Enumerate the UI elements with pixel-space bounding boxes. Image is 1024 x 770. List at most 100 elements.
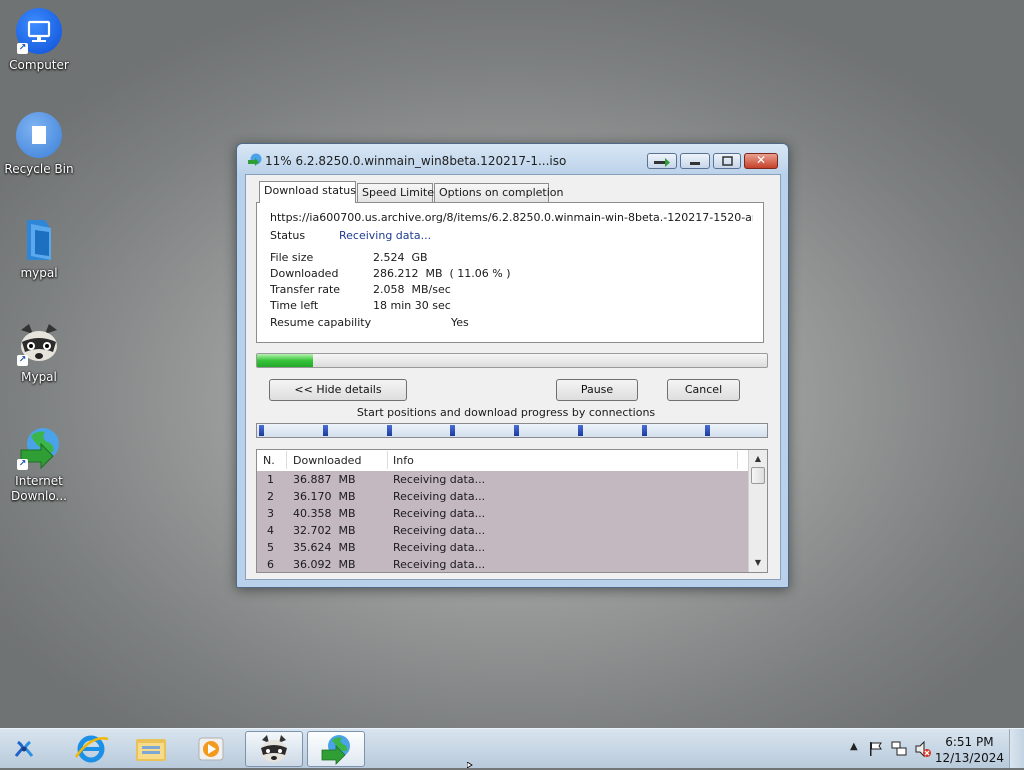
- download-status-panel: https://ia600700.us.archive.org/8/items/…: [256, 202, 764, 343]
- idm-globe-icon: [248, 153, 262, 166]
- time-left-label: Time left: [270, 299, 319, 312]
- mouse-cursor-icon: [467, 762, 473, 768]
- globe-download-icon: ↗: [15, 424, 63, 472]
- connection-start-marker: [450, 425, 455, 436]
- taskbar: ▲ 6:51 PM 12/13/2024: [0, 728, 1024, 768]
- minimize-button[interactable]: [680, 153, 710, 169]
- volume-muted-icon[interactable]: [914, 740, 932, 758]
- row-n: 4: [267, 524, 274, 537]
- desktop-icon-label: mypal: [20, 266, 58, 280]
- table-row[interactable]: 3 40.358 MB Receiving data...: [257, 505, 749, 522]
- connection-start-marker: [705, 425, 710, 436]
- connections-list: N. Downloaded Info 1 36.887 MB Receiving…: [256, 449, 768, 573]
- file-size-value: 2.524 GB: [373, 251, 428, 264]
- connection-start-marker: [259, 425, 264, 436]
- row-info: Receiving data...: [393, 524, 486, 537]
- maximize-icon: [722, 156, 733, 166]
- internet-explorer-icon: [74, 735, 109, 763]
- pause-button[interactable]: Pause: [556, 379, 638, 401]
- system-clock[interactable]: 6:51 PM 12/13/2024: [935, 734, 1004, 766]
- file-size-label: File size: [270, 251, 314, 264]
- time-left-value: 18 min 30 sec: [373, 299, 451, 312]
- media-player-icon: [198, 737, 224, 761]
- window-client-area: Download status Speed Limiter Options on…: [245, 174, 781, 580]
- minimize-icon: [690, 162, 700, 165]
- download-window: 11% 6.2.8250.0.winmain_win8beta.120217-1…: [236, 143, 789, 588]
- taskbar-internet-download-manager[interactable]: [307, 731, 365, 767]
- network-icon[interactable]: [890, 740, 908, 758]
- raccoon-icon: ↗: [15, 320, 63, 368]
- download-url: https://ia600700.us.archive.org/8/items/…: [270, 211, 753, 224]
- status-value: Receiving data...: [339, 229, 432, 242]
- scroll-down-arrow-icon[interactable]: ▼: [752, 557, 764, 569]
- status-label: Status: [270, 229, 306, 242]
- desktop-icon-label: Recycle Bin: [4, 162, 74, 176]
- taskbar-file-explorer[interactable]: [122, 731, 180, 767]
- list-header: N. Downloaded Info: [257, 450, 749, 472]
- desktop-icon-label: Computer: [9, 58, 69, 72]
- taskbar-internet-explorer[interactable]: [62, 731, 120, 767]
- connection-start-marker: [323, 425, 328, 436]
- desktop-icon-internet-download-manager[interactable]: ↗ Internet Downlo...: [0, 424, 78, 504]
- start-button[interactable]: [0, 731, 52, 767]
- desktop-icon-label: Internet Downlo...: [11, 474, 67, 503]
- taskbar-media-player[interactable]: [182, 731, 240, 767]
- scrollbar-thumb[interactable]: [751, 467, 765, 484]
- row-downloaded: 36.887 MB: [293, 473, 356, 486]
- desktop-icon-computer[interactable]: ↗ Computer: [0, 8, 78, 73]
- start-orb-icon: [14, 740, 34, 757]
- recycle-bin-icon: [15, 112, 63, 160]
- connection-start-marker: [387, 425, 392, 436]
- row-n: 3: [267, 507, 274, 520]
- row-downloaded: 35.624 MB: [293, 541, 356, 554]
- minimize-to-tray-button[interactable]: [647, 153, 677, 169]
- folder-icon: [15, 216, 63, 264]
- show-desktop-button[interactable]: [1009, 729, 1024, 768]
- row-n: 5: [267, 541, 274, 554]
- file-explorer-icon: [136, 739, 166, 761]
- window-titlebar[interactable]: 11% 6.2.8250.0.winmain_win8beta.120217-1…: [237, 144, 788, 174]
- row-info: Receiving data...: [393, 473, 486, 486]
- close-icon: ✕: [755, 153, 767, 167]
- tab-options-on-completion[interactable]: Options on completion: [434, 183, 564, 202]
- column-header-n[interactable]: N.: [263, 454, 275, 467]
- download-progress-bar: [256, 353, 768, 368]
- row-info: Receiving data...: [393, 490, 486, 503]
- desktop-icon-recycle-bin[interactable]: Recycle Bin: [0, 112, 78, 177]
- tab-speed-limiter[interactable]: Speed Limiter: [357, 183, 439, 202]
- column-header-downloaded[interactable]: Downloaded: [293, 454, 361, 467]
- row-n: 1: [267, 473, 274, 486]
- row-downloaded: 36.092 MB: [293, 558, 356, 571]
- maximize-button[interactable]: [713, 153, 741, 169]
- table-row[interactable]: 1 36.887 MB Receiving data...: [257, 471, 749, 488]
- resume-capability-label: Resume capability: [270, 316, 372, 329]
- download-progress-fill: [257, 354, 314, 367]
- desktop-icon-mypal[interactable]: ↗ Mypal: [0, 320, 78, 385]
- table-row[interactable]: 6 36.092 MB Receiving data...: [257, 556, 749, 572]
- table-row[interactable]: 5 35.624 MB Receiving data...: [257, 539, 749, 556]
- cancel-button[interactable]: Cancel: [667, 379, 740, 401]
- connection-start-marker: [514, 425, 519, 436]
- table-row[interactable]: 4 32.702 MB Receiving data...: [257, 522, 749, 539]
- row-downloaded: 36.170 MB: [293, 490, 356, 503]
- row-info: Receiving data...: [393, 558, 486, 571]
- scroll-up-arrow-icon[interactable]: ▲: [752, 453, 764, 465]
- show-hidden-icons-chevron-icon[interactable]: ▲: [850, 741, 858, 752]
- hide-details-button[interactable]: << Hide details: [269, 379, 407, 401]
- list-scrollbar[interactable]: ▲ ▼: [748, 450, 767, 572]
- close-button[interactable]: ✕: [744, 153, 778, 169]
- mypal-raccoon-icon: [261, 735, 287, 762]
- desktop-icon-label: Mypal: [21, 370, 57, 384]
- row-downloaded: 32.702 MB: [293, 524, 356, 537]
- table-row[interactable]: 2 36.170 MB Receiving data...: [257, 488, 749, 505]
- list-rows: 1 36.887 MB Receiving data... 2 36.170 M…: [257, 471, 749, 572]
- clock-date: 12/13/2024: [934, 751, 1004, 765]
- downloaded-label: Downloaded: [270, 267, 339, 280]
- column-header-info[interactable]: Info: [393, 454, 414, 467]
- action-center-flag-icon[interactable]: [868, 741, 884, 757]
- connection-start-marker: [642, 425, 647, 436]
- taskbar-mypal[interactable]: [245, 731, 303, 767]
- desktop-icon-mypal-folder[interactable]: mypal: [0, 216, 78, 281]
- connections-progress-bar: [256, 423, 768, 438]
- tab-download-status[interactable]: Download status: [259, 181, 356, 203]
